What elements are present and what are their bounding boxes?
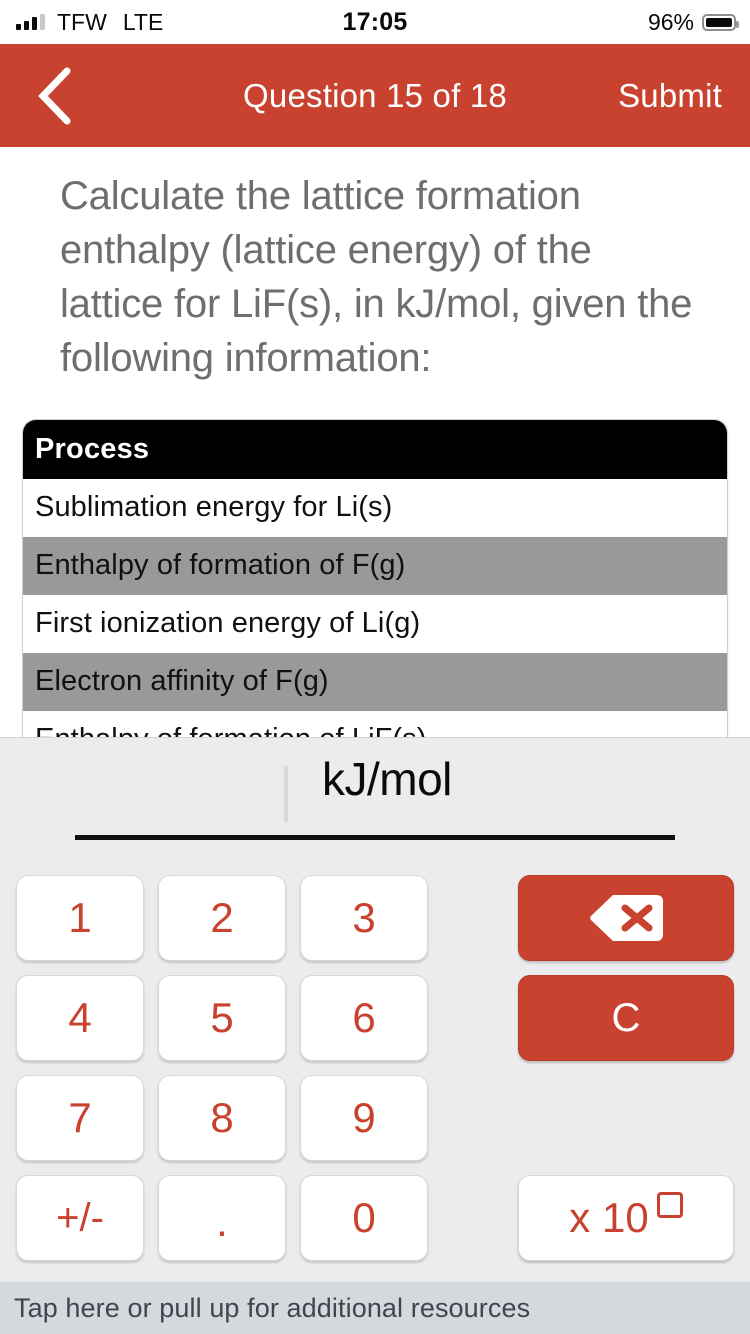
key-5[interactable]: 5 <box>158 975 286 1061</box>
battery-icon <box>702 13 739 31</box>
question-screen: TFW LTE 17:05 96% Question 15 of 18 Subm… <box>0 0 750 1334</box>
key-6[interactable]: 6 <box>300 975 428 1061</box>
clock-label: 17:05 <box>342 7 408 36</box>
backspace-icon <box>590 895 663 941</box>
battery-percent-label: 96% <box>647 8 694 35</box>
key-8[interactable]: 8 <box>158 1075 286 1161</box>
key-decimal[interactable]: . <box>158 1175 286 1261</box>
exponent-placeholder-box <box>656 1192 683 1218</box>
numeric-keypad: 1 2 3 4 5 6 7 8 9 +/- . 0 <box>16 875 428 1261</box>
status-bar-right: 96% <box>647 0 739 44</box>
answer-input-row[interactable]: kJ/mol <box>0 738 750 848</box>
answer-unit-label: kJ/mol <box>322 753 452 805</box>
question-text: Calculate the lattice formation enthalpy… <box>60 174 693 380</box>
additional-resources-bar[interactable]: Tap here or pull up for additional resou… <box>0 1282 750 1334</box>
additional-resources-label: Tap here or pull up for additional resou… <box>14 1292 531 1323</box>
exponent-label: x 10 <box>569 1194 649 1241</box>
process-table: Process Sublimation energy for Li(s) Ent… <box>22 419 728 737</box>
table-row: Sublimation energy for Li(s) <box>23 479 727 537</box>
key-4[interactable]: 4 <box>16 975 144 1061</box>
answer-underline <box>75 835 675 840</box>
text-cursor <box>284 766 288 822</box>
table-row: Enthalpy of formation of LiF(s) <box>23 711 727 737</box>
question-content: Calculate the lattice formation enthalpy… <box>0 147 750 737</box>
table-row: First ionization energy of Li(g) <box>23 595 727 653</box>
table-row: Electron affinity of F(g) <box>23 653 727 711</box>
clear-button[interactable]: C <box>518 975 734 1061</box>
key-7[interactable]: 7 <box>16 1075 144 1161</box>
submit-button[interactable]: Submit <box>618 77 722 115</box>
status-bar: TFW LTE 17:05 96% <box>0 0 750 44</box>
exponent-button[interactable]: x 10 <box>518 1175 734 1261</box>
key-0[interactable]: 0 <box>300 1175 428 1261</box>
key-1[interactable]: 1 <box>16 875 144 961</box>
table-header-process: Process <box>23 420 727 479</box>
key-3[interactable]: 3 <box>300 875 428 961</box>
keypad-side-column: C x 10 <box>518 875 734 1261</box>
backspace-button[interactable] <box>518 875 734 961</box>
navigation-bar: Question 15 of 18 Submit <box>0 44 750 147</box>
key-plus-minus[interactable]: +/- <box>16 1175 144 1261</box>
table-row: Enthalpy of formation of F(g) <box>23 537 727 595</box>
key-2[interactable]: 2 <box>158 875 286 961</box>
keypad-panel: kJ/mol 1 2 3 4 5 6 7 8 9 +/- . 0 C x 10 <box>0 737 750 1282</box>
key-9[interactable]: 9 <box>300 1075 428 1161</box>
